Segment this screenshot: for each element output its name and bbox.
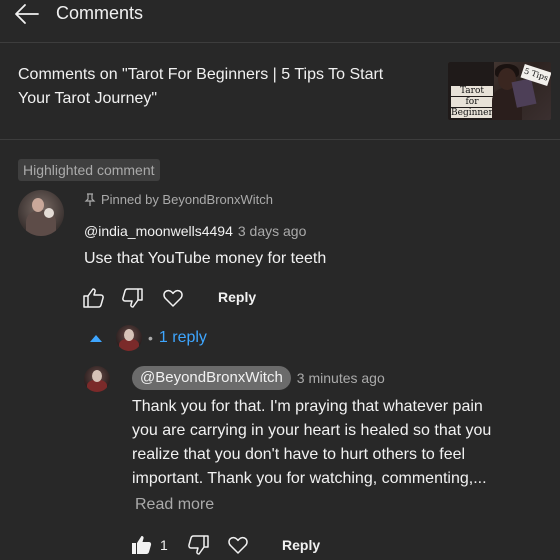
separator-dot: • [148, 330, 153, 346]
reply-author-chip[interactable]: @BeyondBronxWitch [132, 366, 291, 390]
commenter-avatar[interactable] [18, 190, 64, 236]
video-title: Comments on "Tarot For Beginners | 5 Tip… [18, 66, 384, 107]
reply-like-count: 1 [160, 537, 168, 553]
thumbnail-text-line2: for [451, 97, 493, 107]
video-thumbnail[interactable]: Tarot for Beginners 5 Tips [448, 62, 551, 120]
avatar-head [32, 198, 44, 212]
mini-avatar-head [124, 329, 134, 341]
avatar-baby [44, 208, 54, 218]
comment-timestamp[interactable]: 3 days ago [238, 223, 307, 239]
like-icon[interactable] [82, 286, 106, 310]
comment-text: Use that YouTube money for teeth [84, 250, 327, 267]
dislike-icon[interactable] [120, 286, 144, 310]
highlighted-comment-chip: Highlighted comment [18, 159, 160, 181]
video-divider [0, 139, 560, 140]
reply-heart-icon[interactable] [226, 533, 250, 557]
chevron-up-icon [90, 334, 102, 342]
header-divider [0, 42, 560, 43]
reply-count[interactable]: 1 reply [159, 329, 207, 347]
like-filled-icon[interactable] [130, 533, 154, 557]
reply-header: @BeyondBronxWitch 3 minutes ago [132, 366, 385, 390]
reply-text-line-1: Thank you for that. I'm praying that wha… [132, 398, 483, 415]
creator-mini-avatar [116, 325, 142, 351]
pin-icon [84, 192, 96, 206]
top-bar: Comments [0, 0, 560, 32]
heart-icon[interactable] [161, 286, 185, 310]
read-more-link[interactable]: Read more [135, 496, 214, 514]
reply-text-line-2: you are carrying in your heart is healed… [132, 422, 492, 439]
reply-dislike-icon[interactable] [186, 533, 210, 557]
reply-text-line-3: realize that you don't have to hurt othe… [132, 446, 466, 463]
reply-button[interactable]: Reply [218, 289, 256, 305]
reply-text-line-4: important. Thank you for watching, comme… [132, 470, 487, 487]
pinned-label: Pinned by BeyondBronxWitch [101, 192, 273, 207]
thumbnail-text-line1: Tarot [451, 86, 493, 96]
reply-avatar-head [92, 370, 102, 382]
comment-header: @india_moonwells4494 3 days ago [84, 223, 306, 241]
page-title: Comments [56, 3, 144, 23]
replies-toggle[interactable]: • 1 reply [90, 325, 207, 351]
thumbnail-cards [511, 78, 537, 108]
arrow-left-icon[interactable] [12, 2, 42, 26]
reply-text: Thank you for that. I'm praying that wha… [132, 395, 552, 491]
reply-reply-button[interactable]: Reply [282, 537, 320, 553]
thumbnail-text-line3: Beginners [451, 108, 498, 118]
comment-author[interactable]: @india_moonwells4494 [84, 223, 233, 239]
reply-timestamp[interactable]: 3 minutes ago [297, 370, 385, 386]
pinned-indicator: Pinned by BeyondBronxWitch [84, 192, 273, 207]
reply-avatar[interactable] [84, 366, 110, 392]
